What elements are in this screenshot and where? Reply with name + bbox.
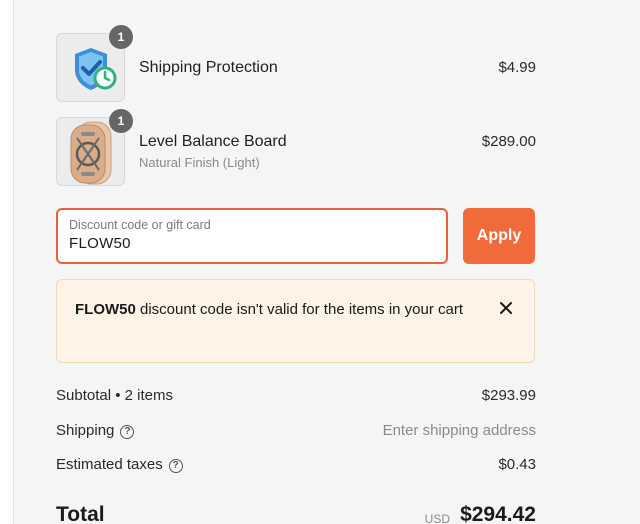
taxes-row: Estimated taxes? $0.43 bbox=[56, 456, 536, 478]
subtotal-label: Subtotal • 2 items bbox=[56, 387, 173, 404]
line-item: 1 Level Balance Board Natural Finish (Li… bbox=[56, 109, 536, 187]
shipping-row: Shipping? Enter shipping address bbox=[56, 422, 536, 444]
quantity-badge: 1 bbox=[109, 109, 133, 133]
item-name: Level Balance Board bbox=[139, 133, 287, 150]
discount-code-field[interactable]: Discount code or gift card FLOW50 bbox=[56, 208, 448, 264]
taxes-value: $0.43 bbox=[498, 456, 536, 473]
discount-field-label: Discount code or gift card bbox=[69, 218, 211, 232]
side-panel-edge bbox=[0, 0, 14, 524]
order-summary: 1 Shipping Protection $4.99 1 Level Bala… bbox=[56, 0, 536, 524]
total-value: $294.42 bbox=[460, 503, 536, 524]
product-thumbnail: 1 bbox=[56, 25, 133, 102]
help-circle-icon[interactable]: ? bbox=[120, 425, 135, 439]
item-variant: Natural Finish (Light) bbox=[139, 155, 260, 170]
shipping-label: Shipping bbox=[56, 422, 115, 439]
taxes-label: Estimated taxes bbox=[56, 456, 163, 473]
item-price: $289.00 bbox=[481, 133, 536, 150]
total-label: Total bbox=[56, 503, 105, 524]
item-price: $4.99 bbox=[498, 59, 536, 76]
line-item: 1 Shipping Protection $4.99 bbox=[56, 25, 536, 103]
subtotal-value: $293.99 bbox=[481, 387, 536, 404]
close-icon[interactable] bbox=[496, 298, 516, 318]
quantity-badge: 1 bbox=[109, 25, 133, 49]
discount-code-input[interactable]: FLOW50 bbox=[69, 235, 131, 252]
apply-button[interactable]: Apply bbox=[463, 208, 535, 264]
total-currency: USD bbox=[424, 512, 450, 524]
item-name: Shipping Protection bbox=[139, 59, 278, 76]
discount-error-banner: FLOW50 discount code isn't valid for the… bbox=[56, 279, 535, 363]
error-code: FLOW50 bbox=[75, 301, 136, 318]
taxes-label-group: Estimated taxes? bbox=[56, 456, 183, 473]
subtotal-row: Subtotal • 2 items $293.99 bbox=[56, 387, 536, 409]
error-message: FLOW50 discount code isn't valid for the… bbox=[75, 299, 475, 321]
product-thumbnail: 1 bbox=[56, 109, 133, 186]
help-circle-icon[interactable]: ? bbox=[168, 459, 183, 473]
error-message-text: discount code isn't valid for the items … bbox=[135, 301, 464, 318]
shipping-label-group: Shipping? bbox=[56, 422, 135, 439]
shipping-value: Enter shipping address bbox=[382, 422, 536, 439]
